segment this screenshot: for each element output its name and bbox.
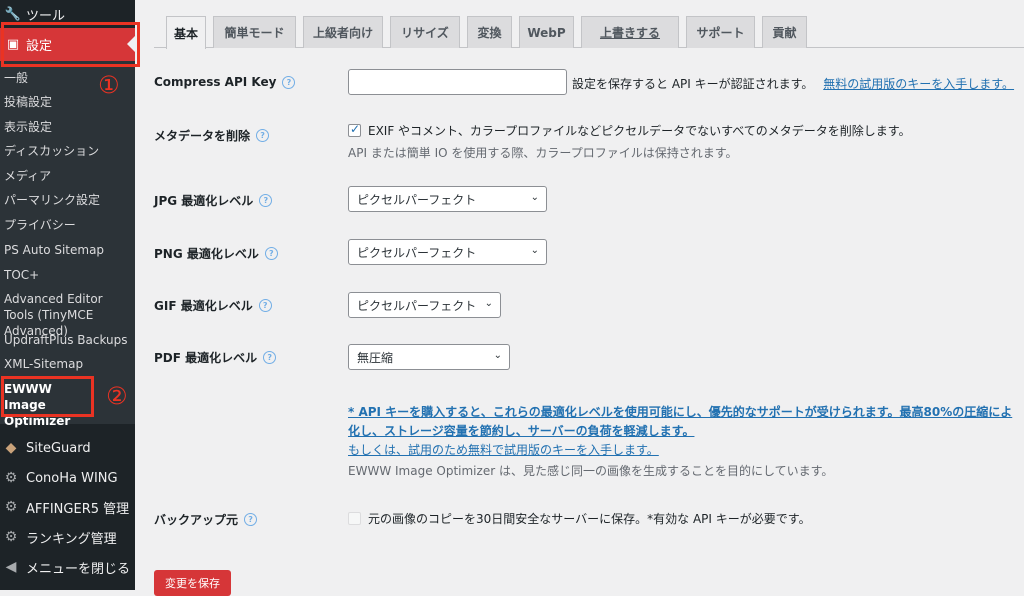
api-key-label: Compress API Key ? (154, 75, 296, 89)
trial-link[interactable]: もしくは、試用のため無料で試用版のキーを入手します。 (348, 441, 659, 458)
backup-label: バックアップ元 ? (154, 511, 258, 528)
sidebar-item-conoha[interactable]: ⚙ ConoHa WING (0, 464, 135, 492)
backup-checkbox[interactable] (348, 512, 361, 525)
metadata-checkbox[interactable]: ✓ (348, 122, 361, 137)
tab-webp[interactable]: WebP (519, 16, 574, 48)
tab-overrides[interactable]: 上書きする (581, 16, 679, 48)
tab-convert[interactable]: 変換 (467, 16, 512, 48)
help-icon[interactable]: ? (256, 129, 270, 142)
gif-level-select[interactable]: ピクセルパーフェクト ⌄ (348, 292, 501, 318)
promo-line-2[interactable]: 化し、ストレージ容量を節約し、サーバーの負荷を軽減します。 (348, 422, 694, 439)
chevron-down-icon: ⌄ (484, 298, 493, 309)
tab-basic[interactable]: 基本 (166, 16, 206, 49)
help-icon[interactable]: ? (259, 194, 273, 207)
chevron-down-icon: ⌄ (530, 245, 539, 256)
submenu-item[interactable]: メディア (4, 168, 134, 184)
sidebar-item-label: SiteGuard (26, 440, 91, 456)
submenu-item[interactable]: TOC+ (4, 267, 134, 283)
api-key-note: 設定を保存すると API キーが認証されます。 無料の試用版のキーを入手します。 (572, 77, 1015, 91)
jpg-level-select[interactable]: ピクセルパーフェクト ⌄ (348, 186, 547, 212)
tab-support[interactable]: サポート (686, 16, 755, 48)
gear-icon: ⚙ (4, 529, 18, 545)
submenu-item[interactable]: PS Auto Sitemap (4, 242, 134, 258)
tab-resize[interactable]: リサイズ (390, 16, 460, 48)
backup-text: 元の画像のコピーを30日間安全なサーバーに保存。*有効な API キーが必要です… (368, 512, 811, 526)
jpg-label: JPG 最適化レベル ? (154, 192, 273, 209)
siteguard-icon: ◆ (5, 440, 17, 456)
check-icon: ✓ (350, 122, 361, 136)
save-button[interactable]: 変更を保存 (154, 570, 231, 596)
sidebar-item-label: ツール (26, 8, 66, 24)
annotation-number-one: ① (98, 71, 120, 99)
submenu-item[interactable]: 表示設定 (4, 119, 134, 135)
png-label: PNG 最適化レベル ? (154, 245, 278, 262)
metadata-text: EXIF やコメント、カラープロファイルなどピクセルデータでないすべてのメタデー… (368, 124, 911, 138)
help-icon[interactable]: ? (264, 247, 278, 260)
sidebar-collapse[interactable]: ◀ メニューを閉じる (0, 553, 135, 581)
help-icon[interactable]: ? (282, 75, 296, 89)
annotation-number-two: ② (106, 382, 128, 410)
submenu-item[interactable]: XML-Sitemap (4, 356, 134, 372)
help-icon[interactable]: ? (244, 513, 258, 526)
annotation-box-ewww (1, 376, 94, 417)
api-key-input[interactable] (348, 69, 567, 95)
wrench-icon: 🔧 (4, 6, 22, 22)
tab-easy-mode[interactable]: 簡単モード (213, 16, 296, 48)
gear-icon: ⚙ (4, 470, 18, 486)
help-icon[interactable]: ? (258, 299, 272, 312)
sidebar-item-label: メニューを閉じる (26, 561, 131, 577)
submenu-item[interactable]: UpdraftPlus Backups (4, 332, 134, 348)
submenu-item[interactable]: プライバシー (4, 217, 134, 233)
pdf-level-select[interactable]: 無圧縮 ⌄ (348, 344, 510, 370)
sidebar-item-ranking[interactable]: ⚙ ランキング管理 (0, 523, 135, 551)
sidebar-item-label: ConoHa WING (26, 470, 118, 486)
sidebar-item-label: AFFINGER5 管理 (26, 501, 130, 517)
gif-label: GIF 最適化レベル ? (154, 297, 272, 314)
annotation-box-settings (1, 22, 140, 67)
promo-line-1[interactable]: * API キーを購入すると、これらの最適化レベルを使用可能にし、優先的なサポー… (348, 403, 1012, 420)
sidebar-item-label: ランキング管理 (26, 531, 117, 547)
submenu-item[interactable]: パーマリンク設定 (4, 192, 134, 208)
collapse-icon: ◀ (5, 559, 17, 575)
chevron-down-icon: ⌄ (493, 350, 502, 361)
metadata-label: メタデータを削除 ? (154, 127, 270, 144)
promo-note: EWWW Image Optimizer は、見た感じ同一の画像を生成することを… (348, 464, 834, 478)
sidebar-item-affinger[interactable]: ⚙ AFFINGER5 管理 (0, 493, 135, 521)
sidebar-item-siteguard[interactable]: ◆ SiteGuard (0, 434, 135, 462)
submenu-item[interactable]: ディスカッション (4, 143, 134, 159)
png-level-select[interactable]: ピクセルパーフェクト ⌄ (348, 239, 547, 265)
tab-advanced[interactable]: 上級者向け (303, 16, 383, 48)
tab-contribute[interactable]: 貢献 (762, 16, 807, 48)
help-icon[interactable]: ? (263, 351, 277, 364)
chevron-down-icon: ⌄ (530, 192, 539, 203)
metadata-desc: API または簡単 IO を使用する際、カラープロファイルは保持されます。 (348, 146, 738, 160)
pdf-label: PDF 最適化レベル ? (154, 349, 277, 366)
settings-submenu: 一般 投稿設定 表示設定 ディスカッション メディア パーマリンク設定 プライバ… (0, 61, 135, 428)
gear-icon: ⚙ (4, 499, 18, 515)
free-trial-link[interactable]: 無料の試用版のキーを入手します。 (823, 77, 1014, 91)
